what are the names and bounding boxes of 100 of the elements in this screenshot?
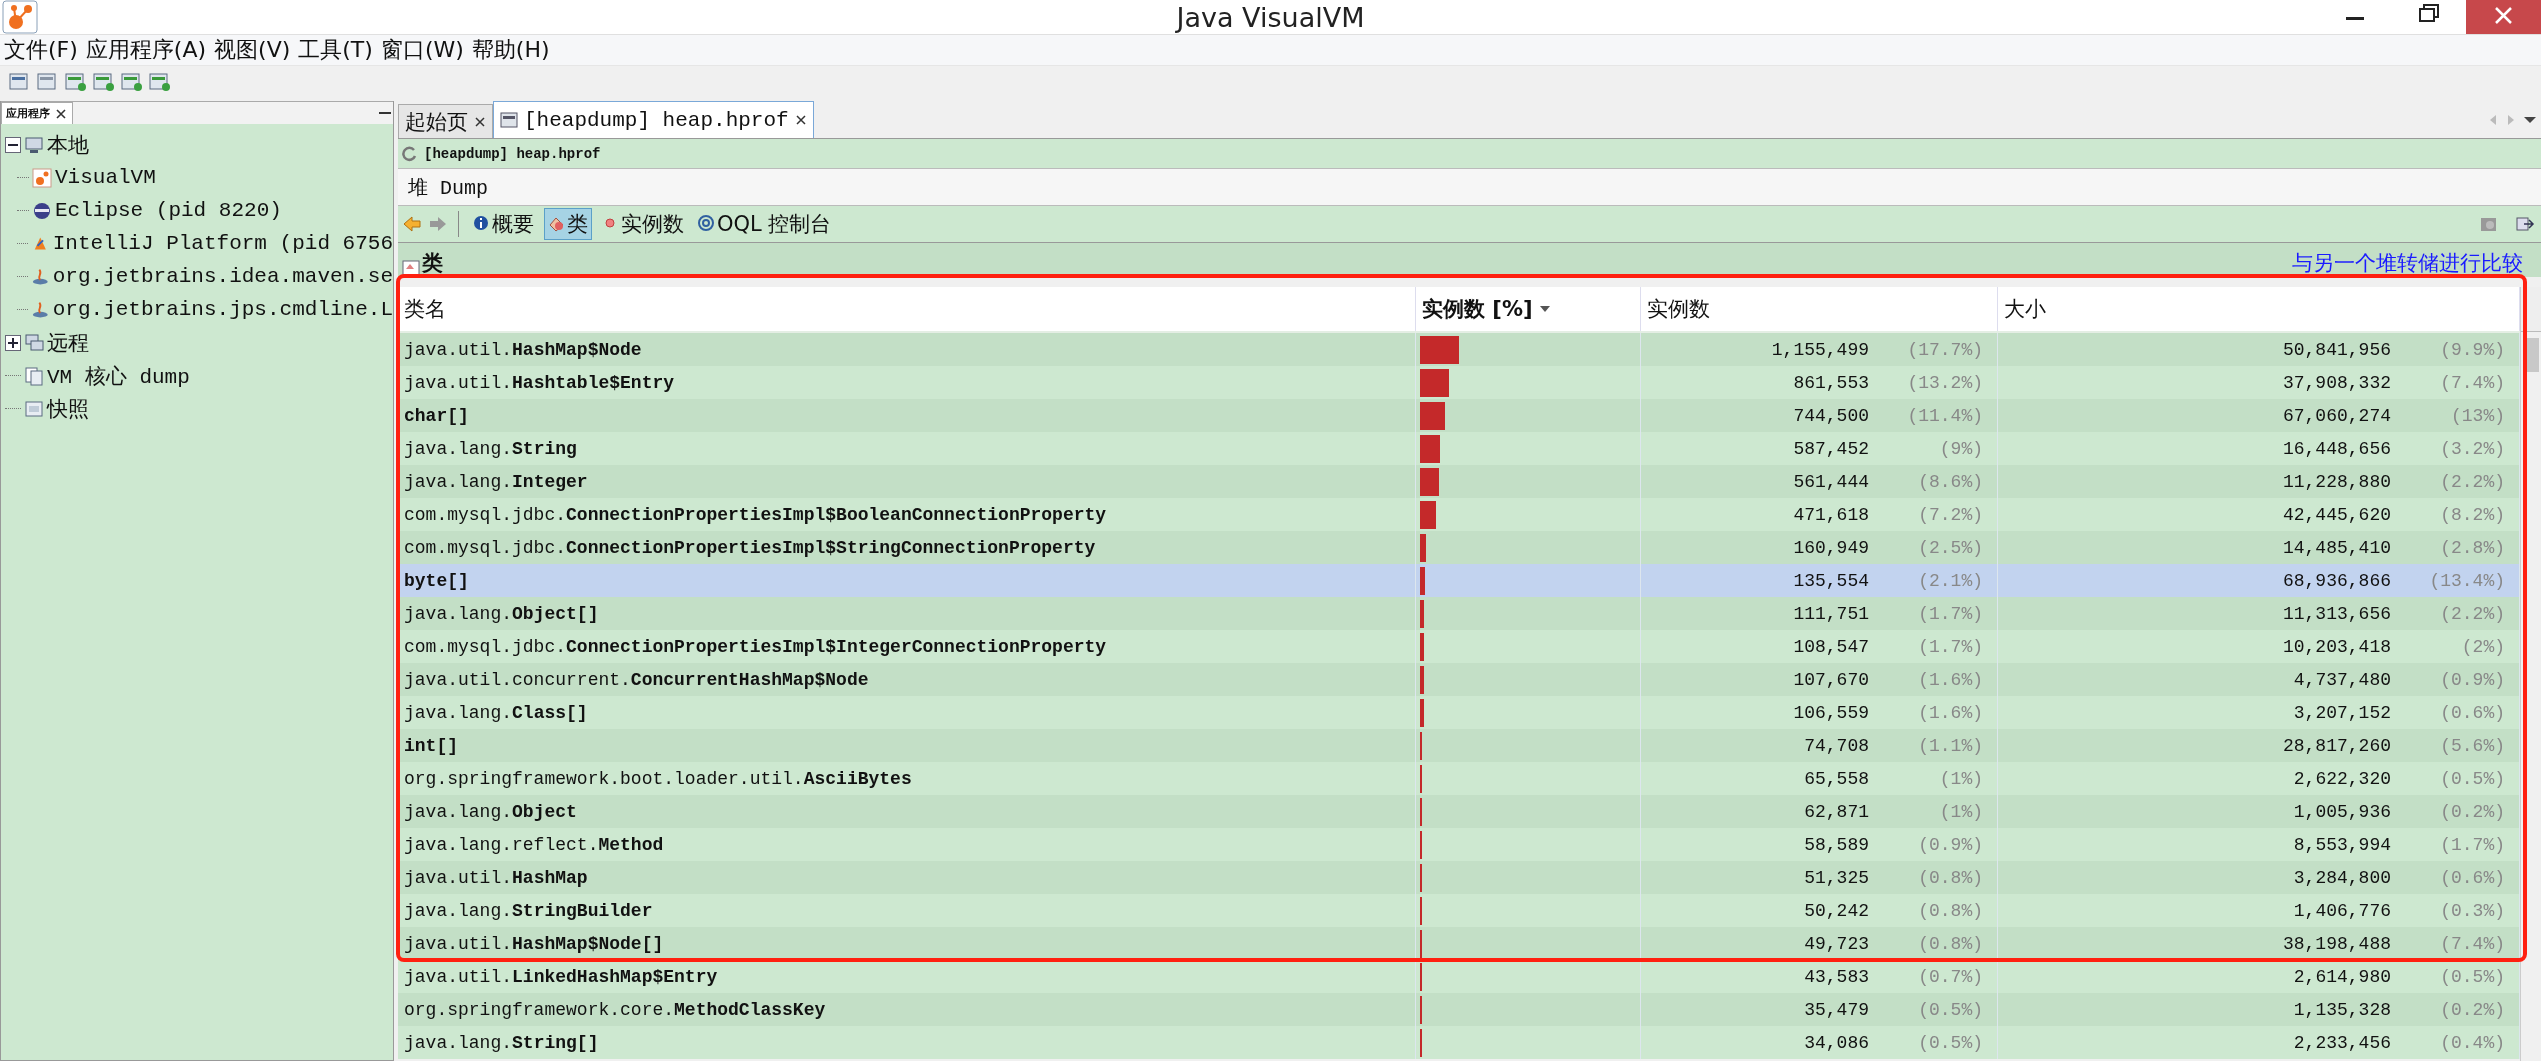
close-button[interactable] [2466,0,2541,34]
compare-link[interactable]: 与另一个堆转储进行比较 [2292,249,2541,277]
size-value: 1,406,776 [2293,900,2391,921]
table-row[interactable]: byte[] 135,554 (2.1%) 68,936,866 (13.4%) [398,564,2520,597]
refresh-icon [402,145,418,162]
close-icon[interactable] [794,114,807,126]
document-tab[interactable]: [heapdump] heap.hprof [493,101,814,138]
section-title: 类 [422,250,443,277]
export-icon[interactable] [2515,215,2535,233]
expand-icon[interactable] [5,334,21,351]
heap-dump-icon [500,112,518,128]
classes-icon [548,215,564,233]
size-value: 28,817,260 [2282,735,2391,756]
view-button[interactable]: 实例数 [598,208,688,240]
table-row[interactable]: com.mysql.jdbc.ConnectionPropertiesImpl$StringConnectionProperty 160,949 (2.5%) 14,485,410 (2.8%) [398,531,2520,564]
table-row[interactable]: java.lang.String 587,452 (9%) 16,448,656 (3.2%) [398,432,2520,465]
size-value: 37,908,332 [2282,372,2391,393]
tree-item[interactable]: 远程 [47,328,89,357]
menu-item[interactable]: 文件(F) [4,35,78,65]
tree-item[interactable]: org.jetbrains.jps.cmdline.L [52,298,393,321]
instance-count: 51,325 [1804,867,1869,888]
percent-value: (13.2%) [1906,372,1983,393]
add-snapshot-icon[interactable] [148,70,172,92]
table-row[interactable]: java.lang.Object 62,871 (1%) 1,005,936 (0.2%) [398,795,2520,828]
size-value: 8,553,994 [2293,834,2391,855]
menu-item[interactable]: 工具(T) [298,35,373,65]
percent-value: (1.7%) [2439,834,2505,855]
tab-label: [heapdump] heap.hprof [524,108,789,132]
table-row[interactable]: java.lang.String[] 34,086 (0.5%) 2,233,456 (0.4%) [398,1026,2520,1059]
column-header[interactable]: 类名 [398,287,1416,331]
add-host-icon[interactable] [64,70,88,92]
size-value: 16,448,656 [2282,438,2391,459]
document-tab[interactable]: 起始页 [398,104,493,138]
percent-value: (2%) [2460,636,2505,657]
percent-value: (8.6%) [1917,471,1983,492]
query-icon [698,215,714,233]
tree-item[interactable]: 本地 [47,130,89,159]
table-row[interactable]: int[] 74,708 (1.1%) 28,817,260 (5.6%) [398,729,2520,762]
size-value: 3,284,800 [2293,867,2391,888]
percent-value: (0.2%) [2439,999,2505,1020]
panel-tab-label: 应用程序 [6,106,50,121]
view-button[interactable]: 类 [544,208,592,240]
close-icon[interactable] [54,106,68,121]
instance-count: 65,558 [1804,768,1869,789]
size-value: 3,207,152 [2293,702,2391,723]
table-row[interactable]: java.util.HashMap 51,325 (0.8%) 3,284,800 (0.6%) [398,861,2520,894]
tree-item[interactable]: 快照 [47,394,89,423]
panel-tab[interactable]: 应用程序 [1,102,73,124]
tree-item[interactable]: Eclipse (pid 8220) [55,199,282,222]
network-hosts-icon [24,332,44,353]
menu-item[interactable]: 视图(V) [214,35,291,65]
percent-value: (7.4%) [2439,372,2505,393]
percent-value: (0.9%) [1917,834,1983,855]
size-value: 68,936,866 [2282,570,2391,591]
percent-value: (8.2%) [2439,504,2505,525]
table-row[interactable]: java.lang.reflect.Method 58,589 (0.9%) 8,553,994 (1.7%) [398,828,2520,861]
percent-value: (0.8%) [1917,867,1983,888]
table-row[interactable]: java.lang.Integer 561,444 (8.6%) 11,228,880 (2.2%) [398,465,2520,498]
instance-count: 111,751 [1793,603,1869,624]
tree-item[interactable]: VisualVM [55,166,156,189]
table-row[interactable]: java.util.LinkedHashMap$Entry 43,583 (0.7%) 2,614,980 (0.5%) [398,960,2520,993]
size-value: 2,622,320 [2293,768,2391,789]
add-jmx-icon[interactable] [92,70,116,92]
menu-item[interactable]: 窗口(W) [380,35,464,65]
table-row[interactable]: org.springframework.boot.loader.util.AsciiBytes 65,558 (1%) 2,622,320 (0.5%) [398,762,2520,795]
menu-item[interactable]: 帮助(H) [471,35,550,65]
core-dump-icon [24,365,44,386]
percent-value: (0.6%) [2439,867,2505,888]
instance-count: 160,949 [1793,537,1869,558]
collapse-icon[interactable] [5,136,21,153]
tree-item[interactable]: IntelliJ Platform (pid 6756 [52,232,393,255]
table-row[interactable]: java.util.Hashtable$Entry 861,553 (13.2%) 37,908,332 (7.4%) [398,366,2520,399]
column-header[interactable]: 实例数 [%] [1416,287,1641,331]
add-core-dump-icon[interactable] [120,70,144,92]
view-button[interactable]: 概要 [469,208,538,240]
java-process-icon [31,266,50,287]
percent-value: (13%) [2450,405,2505,426]
table-row[interactable]: char[] 744,500 (11.4%) 67,060,274 (13%) [398,399,2520,432]
tree-item[interactable]: VM 核心 dump [47,361,190,390]
table-row[interactable]: java.util.concurrent.ConcurrentHashMap$Node 107,670 (1.6%) 4,737,480 (0.9%) [398,663,2520,696]
back-icon[interactable] [402,215,422,233]
size-value: 42,445,620 [2282,504,2391,525]
table-row[interactable]: java.lang.Class[] 106,559 (1.6%) 3,207,152 (0.6%) [398,696,2520,729]
instance-count: 34,086 [1804,1032,1869,1053]
table-row[interactable]: java.util.HashMap$Node 1,155,499 (17.7%) 50,841,956 (9.9%) [398,333,2520,366]
table-row[interactable]: com.mysql.jdbc.ConnectionPropertiesImpl$IntegerConnectionProperty 108,547 (1.7%) 10,203,418 (2%) [398,630,2520,663]
table-row[interactable]: com.mysql.jdbc.ConnectionPropertiesImpl$BooleanConnectionProperty 471,618 (7.2%) 42,445,620 (8.2%) [398,498,2520,531]
document-subtitle: [heapdump] heap.hprof [424,145,601,162]
table-row[interactable]: org.springframework.core.MethodClassKey 35,479 (0.5%) 1,135,328 (0.2%) [398,993,2520,1026]
column-header[interactable]: 实例数 [1641,287,1998,331]
view-button[interactable]: OQL 控制台 [694,208,836,240]
tree-item[interactable]: org.jetbrains.idea.maven.se [52,265,393,288]
table-row[interactable]: java.util.HashMap$Node[] 49,723 (0.8%) 38,198,488 (7.4%) [398,927,2520,960]
menu-item[interactable]: 应用程序(A) [85,35,207,65]
percent-value: (0.7%) [1917,966,1983,987]
percent-value: (9%) [1938,438,1983,459]
close-icon[interactable] [474,115,486,128]
table-row[interactable]: java.lang.Object[] 111,751 (1.7%) 11,313,656 (2.2%) [398,597,2520,630]
java-process-icon [31,299,50,320]
table-row[interactable]: java.lang.StringBuilder 50,242 (0.8%) 1,406,776 (0.3%) [398,894,2520,927]
